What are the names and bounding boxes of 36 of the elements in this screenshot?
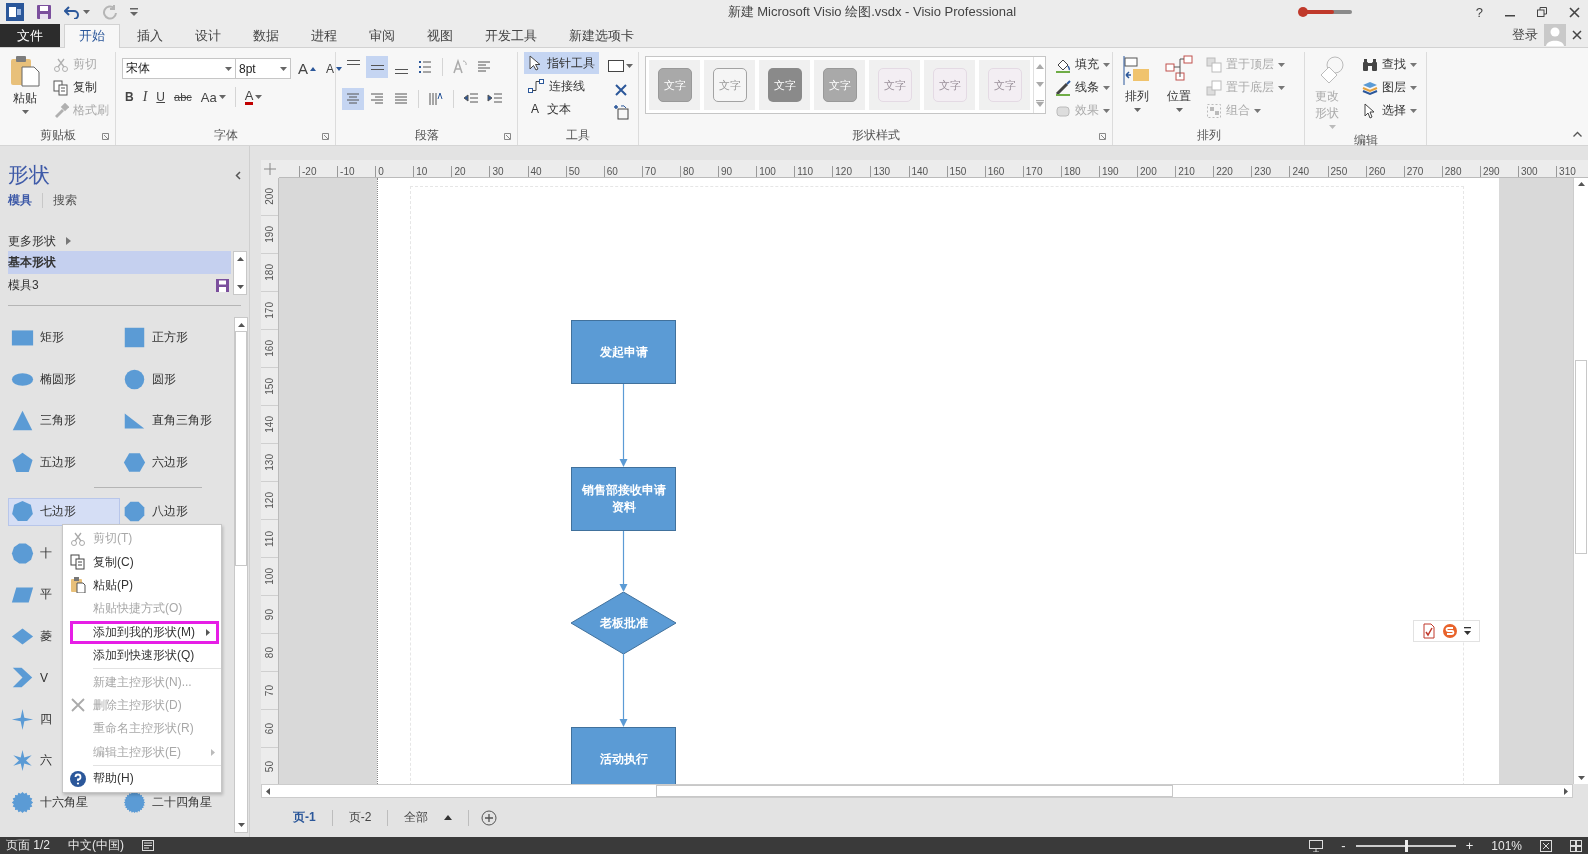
ruler-label: 130	[263, 454, 276, 471]
ruler-label: 110	[263, 530, 276, 547]
process-box: 发起申请	[571, 320, 676, 384]
ruler-label: 180	[263, 264, 276, 281]
window-title: 新建 Microsoft Visio 绘图.vsdx - Visio Professional	[726, 3, 1018, 21]
ruler-label: 140	[263, 416, 276, 433]
ruler-label: 200	[263, 188, 276, 205]
panel-title: 形状	[8, 162, 50, 188]
group-label: 段落	[414, 127, 439, 144]
node-label: 老板批准	[599, 614, 648, 632]
ruler-label: 80	[263, 646, 276, 659]
style-sample: 文字	[877, 68, 912, 102]
style-sample: 文字	[767, 68, 802, 102]
ruler-label: 190	[263, 226, 276, 243]
ruler-label: 60	[263, 722, 276, 735]
ruler-label: 120	[263, 492, 276, 509]
process-box: 活动执行	[571, 727, 676, 784]
ruler-label: 70	[263, 684, 276, 697]
group-label: 字体	[213, 127, 238, 144]
group-label: 形状样式	[851, 127, 900, 144]
process-box: 销售部接收申请资料	[571, 467, 676, 531]
ruler-label: 160	[263, 340, 276, 357]
style-sample: 文字	[822, 68, 857, 102]
group-label: 剪贴板	[39, 127, 76, 144]
style-sample: 文字	[987, 68, 1022, 102]
group-label: 工具	[566, 127, 590, 144]
group-label: 编辑	[1353, 132, 1378, 149]
style-sample: 文字	[932, 68, 967, 102]
ruler-label: 170	[263, 302, 276, 319]
ruler-label: 50	[263, 760, 276, 773]
style-sample: 文字	[657, 68, 692, 102]
ruler-label: 100	[263, 568, 276, 585]
ruler-label: 90	[263, 608, 276, 621]
ruler-label: 150	[263, 378, 276, 395]
group-label: 排列	[1196, 127, 1221, 144]
style-sample: 文字	[712, 68, 747, 102]
